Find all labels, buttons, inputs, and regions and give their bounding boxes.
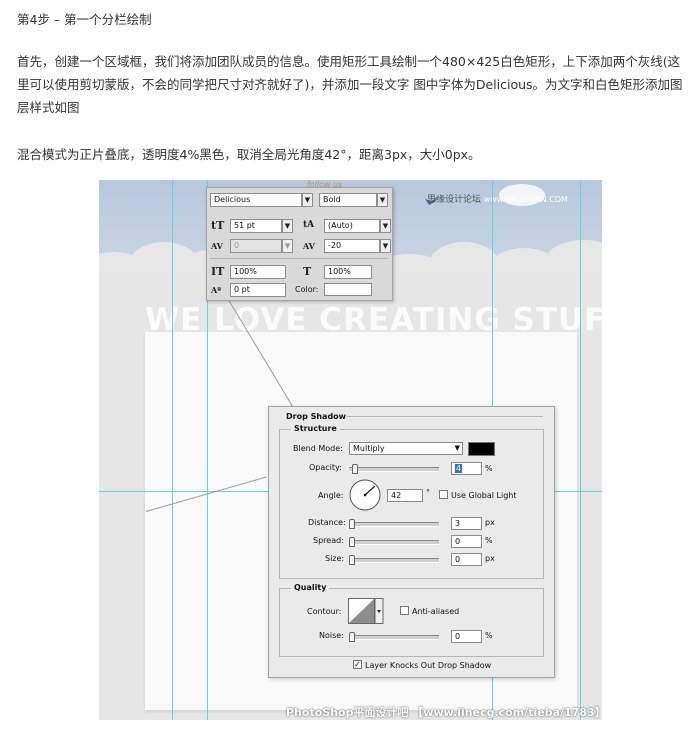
size-input[interactable]: 0 <box>451 553 482 566</box>
quality-group <box>279 588 544 657</box>
leading-input[interactable]: (Auto) <box>324 219 380 233</box>
baseline-shift-input[interactable]: 0 pt <box>230 283 286 297</box>
kerning-input[interactable]: 0 <box>230 239 282 253</box>
site-logo-cn: 思缘设计论坛 <box>427 195 482 205</box>
spread-slider-thumb[interactable] <box>349 537 355 547</box>
tracking-icon: AV <box>303 241 315 251</box>
noise-label: Noise: <box>319 631 344 640</box>
watermark: PhotoShop平面设计吧 【www.linecg.com/tieba/178… <box>286 706 606 719</box>
spread-slider[interactable] <box>349 537 439 547</box>
chevron-down-icon[interactable]: ▼ <box>380 239 391 253</box>
drop-shadow-dialog: Drop Shadow Structure Blend Mode: Multip… <box>268 406 555 678</box>
angle-unit: ° <box>426 488 430 497</box>
opacity-input[interactable]: 4 <box>451 462 482 475</box>
dialog-title: Drop Shadow <box>286 412 347 421</box>
settings-paragraph: 混合模式为正片叠底，透明度4%黑色，取消全局光角度42°，距离3px，大小0px… <box>17 147 481 162</box>
structure-label: Structure <box>291 424 340 433</box>
font-size-icon: tT <box>211 219 225 232</box>
anti-aliased-label: Anti-aliased <box>412 607 460 616</box>
font-family-select[interactable]: Delicious <box>210 193 302 207</box>
use-global-light-checkbox[interactable] <box>439 490 448 499</box>
character-panel: Delicious ▼ Bold ▼ tT 51 pt ▼ tA (Auto) … <box>206 187 393 301</box>
chevron-down-icon[interactable]: ▼ <box>377 193 388 207</box>
site-logo: 思缘设计论坛 www.MISSYUAN.COM <box>427 192 568 205</box>
anti-aliased-checkbox[interactable] <box>400 606 409 615</box>
contour-label: Contour: <box>307 607 342 616</box>
blend-mode-select[interactable]: Multiply ▼ <box>349 442 463 455</box>
divider <box>347 416 543 417</box>
spread-label: Spread: <box>313 536 344 545</box>
angle-label: Angle: <box>318 491 344 500</box>
use-global-light-label: Use Global Light <box>451 491 517 500</box>
chevron-down-icon[interactable]: ▼ <box>380 219 391 233</box>
spread-input[interactable]: 0 <box>451 535 482 548</box>
opacity-unit: % <box>485 464 493 473</box>
blend-mode-label: Blend Mode: <box>293 444 343 453</box>
divider <box>210 258 388 259</box>
shadow-color-swatch[interactable] <box>468 442 495 456</box>
size-slider-thumb[interactable] <box>349 555 355 565</box>
distance-input[interactable]: 3 <box>451 517 482 530</box>
chevron-down-icon: ▼ <box>454 444 460 452</box>
chevron-down-icon[interactable]: ▼ <box>282 239 293 253</box>
color-label: Color: <box>295 285 319 294</box>
size-label: Size: <box>325 554 345 563</box>
intro-paragraph: 首先，创建一个区域框，我们将添加团队成员的信息。使用矩形工具绘制一个480×42… <box>17 54 683 115</box>
opacity-label: Opacity: <box>309 463 342 472</box>
baseline-shift-icon: Aª <box>211 285 222 295</box>
vertical-scale-icon: IT <box>211 265 225 278</box>
noise-slider-thumb[interactable] <box>349 632 355 642</box>
spread-unit: % <box>485 536 493 545</box>
contour-picker[interactable] <box>348 598 384 624</box>
opacity-slider-thumb[interactable] <box>352 464 359 474</box>
noise-input[interactable]: 0 <box>451 630 482 643</box>
quality-label: Quality <box>291 583 330 592</box>
chevron-down-icon[interactable]: ▼ <box>282 219 293 233</box>
opacity-slider[interactable] <box>349 464 439 474</box>
layer-knocks-out-label: Layer Knocks Out Drop Shadow <box>365 661 492 670</box>
noise-slider[interactable] <box>349 632 439 642</box>
distance-unit: px <box>485 518 495 527</box>
guide-line <box>580 180 581 720</box>
leading-icon: tA <box>303 220 315 230</box>
font-size-input[interactable]: 51 pt <box>230 219 282 233</box>
blend-mode-value: Multiply <box>353 444 385 453</box>
site-logo-en: www.MISSYUAN.COM <box>483 195 568 204</box>
opacity-value: 4 <box>455 464 463 473</box>
size-slider[interactable] <box>349 555 439 565</box>
kerning-icon: AV <box>211 241 223 251</box>
vertical-scale-input[interactable]: 100% <box>230 265 286 279</box>
photoshop-screenshot: follow us 思缘设计论坛 www.MISSYUAN.COM WE LOV… <box>99 180 602 720</box>
font-style-select[interactable]: Bold <box>319 193 377 207</box>
layer-knocks-out-checkbox[interactable]: ✓ <box>353 660 362 669</box>
chevron-down-icon[interactable]: ▼ <box>302 193 313 207</box>
tracking-input[interactable]: -20 <box>324 239 380 253</box>
horizontal-scale-input[interactable]: 100% <box>324 265 372 279</box>
angle-dial[interactable] <box>348 478 382 512</box>
noise-unit: % <box>485 631 493 640</box>
distance-label: Distance: <box>308 518 346 527</box>
step-heading: 第4步 – 第一个分栏绘制 <box>17 12 152 27</box>
distance-slider[interactable] <box>349 519 439 529</box>
angle-input[interactable]: 42 <box>387 489 423 502</box>
size-unit: px <box>485 554 495 563</box>
guide-line <box>172 180 173 720</box>
color-swatch[interactable] <box>324 283 372 296</box>
horizontal-scale-icon: T <box>303 265 312 278</box>
distance-slider-thumb[interactable] <box>349 519 355 529</box>
